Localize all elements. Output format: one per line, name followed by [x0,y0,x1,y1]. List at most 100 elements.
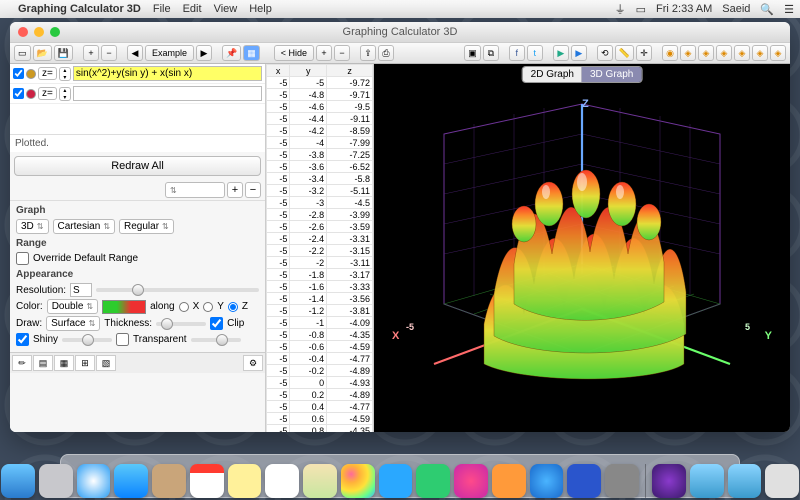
table-cell[interactable]: -5 [267,221,290,233]
equation-var-select[interactable]: z= [38,67,57,80]
shiny-checkbox[interactable] [16,333,29,346]
table-row[interactable]: -5-1.6-3.33 [267,281,373,293]
table-cell[interactable]: -5 [267,281,290,293]
dock-calendar-icon[interactable] [190,464,224,498]
table-cell[interactable]: -0.4 [290,353,327,365]
table-cell[interactable]: -5 [267,305,290,317]
dock-contacts-icon[interactable] [152,464,186,498]
grid-toggle-button[interactable]: ▦ [243,45,260,61]
dock-settings-icon[interactable] [605,464,639,498]
table-row[interactable]: -50.4-4.77 [267,401,373,413]
pin-button[interactable]: 📌 [222,45,241,61]
table-cell[interactable]: -3.56 [327,293,373,305]
table-row[interactable]: -5-4.4-9.11 [267,113,373,125]
table-row[interactable]: -5-5-9.72 [267,77,373,89]
table-cell[interactable]: -5 [267,125,290,137]
table-cell[interactable]: -5.11 [327,185,373,197]
table-cell[interactable]: -9.5 [327,101,373,113]
table-cell[interactable]: -0.6 [290,341,327,353]
clock[interactable]: Fri 2:33 AM [656,3,712,15]
table-cell[interactable]: -5 [267,257,290,269]
table-row[interactable]: -5-0.4-4.77 [267,353,373,365]
table-cell[interactable]: -4.93 [327,377,373,389]
share-tw-button[interactable]: t [527,45,543,61]
minimize-button[interactable] [34,27,44,37]
table-cell[interactable]: -6.52 [327,161,373,173]
table-row[interactable]: -5-4-7.99 [267,137,373,149]
dock-facetime-icon[interactable] [416,464,450,498]
table-cell[interactable]: -5 [267,161,290,173]
spotlight-icon[interactable]: 🔍 [760,3,774,16]
table-cell[interactable]: -2.2 [290,245,327,257]
table-cell[interactable]: -3.81 [327,305,373,317]
table-cell[interactable]: -2.6 [290,221,327,233]
dock-ibooks-icon[interactable] [492,464,526,498]
axis-y-radio[interactable] [203,302,213,312]
dock-photos-icon[interactable] [341,464,375,498]
table-cell[interactable]: -3.31 [327,233,373,245]
menu-help[interactable]: Help [249,3,272,15]
app-menu[interactable]: Graphing Calculator 3D [18,3,141,15]
table-cell[interactable]: -3.4 [290,173,327,185]
table-row[interactable]: -5-3.8-7.25 [267,149,373,161]
table-cell[interactable]: -4.59 [327,341,373,353]
table-cell[interactable]: -5 [267,401,290,413]
panel-tab-settings[interactable]: ⚙ [243,355,263,371]
equation-stepper[interactable]: ▴▾ [59,67,71,81]
table-cell[interactable]: -4.09 [327,317,373,329]
table-row[interactable]: -5-1.4-3.56 [267,293,373,305]
equation-row[interactable]: z= ▴▾ [10,64,265,84]
dock-itunes-icon[interactable] [454,464,488,498]
table-cell[interactable]: -2.8 [290,209,327,221]
table-cell[interactable]: -5 [267,293,290,305]
shiny-slider[interactable] [62,338,112,342]
view-preset-2[interactable]: ◈ [680,45,696,61]
battery-icon[interactable]: ▭ [636,3,646,16]
new-doc-button[interactable]: ▭ [14,45,31,61]
view-preset-1[interactable]: ◉ [662,45,678,61]
view-preset-4[interactable]: ◈ [716,45,732,61]
table-row[interactable]: -5-0.2-4.89 [267,365,373,377]
table-header[interactable]: z [327,65,373,77]
table-cell[interactable]: -7.25 [327,149,373,161]
table-cell[interactable]: -3.6 [290,161,327,173]
table-header[interactable]: y [290,65,327,77]
panel-tab-3[interactable]: ▦ [54,355,74,371]
draw-mode-select[interactable]: Surface [46,316,100,331]
color-mode-select[interactable]: Double [47,299,98,314]
export-button[interactable]: ⇪ [360,45,376,61]
table-cell[interactable]: 0.8 [290,425,327,433]
thickness-slider[interactable] [156,322,206,326]
table-cell[interactable]: -4.2 [290,125,327,137]
table-cell[interactable]: -9.71 [327,89,373,101]
panel-tab-1[interactable]: ✏ [12,355,32,371]
table-row[interactable]: -5-1-4.09 [267,317,373,329]
dock-notes-icon[interactable] [228,464,262,498]
table-cell[interactable]: -0.2 [290,365,327,377]
equation-enabled-checkbox[interactable] [13,88,24,99]
table-cell[interactable]: -5 [267,341,290,353]
table-row[interactable]: -5-3.2-5.11 [267,185,373,197]
view-preset-5[interactable]: ◈ [734,45,750,61]
transparent-checkbox[interactable] [116,333,129,346]
table-cell[interactable]: -5 [267,317,290,329]
copy-image-button[interactable]: ⧉ [483,45,499,61]
color-gradient-swatch[interactable] [102,300,146,314]
table-cell[interactable]: -4.6 [290,101,327,113]
rotate-button[interactable]: ⟲ [597,45,613,61]
table-cell[interactable]: -5 [267,197,290,209]
tab-2d-graph[interactable]: 2D Graph [523,67,582,82]
dock-safari-icon[interactable] [77,464,111,498]
table-cell[interactable]: -1 [290,317,327,329]
table-cell[interactable]: -5 [267,329,290,341]
table-cell[interactable]: -4.89 [327,365,373,377]
table-cell[interactable]: -9.72 [327,77,373,89]
view-preset-6[interactable]: ◈ [752,45,768,61]
table-cell[interactable]: -3.17 [327,269,373,281]
minus-button[interactable]: − [101,45,117,61]
table-cell[interactable]: -4.77 [327,401,373,413]
table-cell[interactable]: -3.8 [290,149,327,161]
panel-tab-2[interactable]: ▤ [33,355,53,371]
table-cell[interactable]: -2 [290,257,327,269]
table-cell[interactable]: -5 [267,353,290,365]
